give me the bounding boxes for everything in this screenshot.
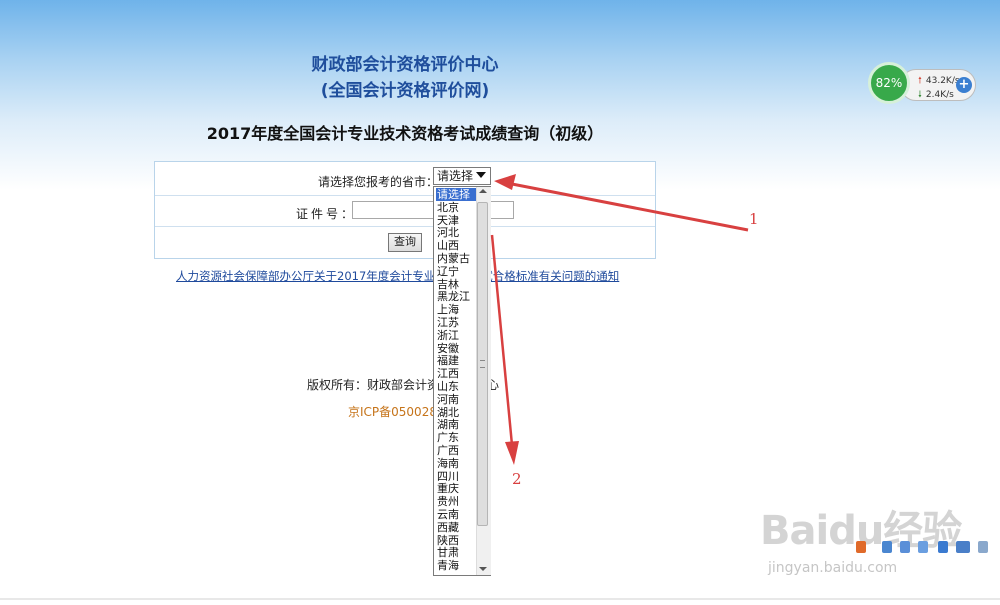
annotation-label-2: 2 [512, 470, 522, 488]
upload-speed-value: 43.2K/s [925, 76, 960, 86]
keyboard-icon[interactable] [956, 541, 970, 553]
ime-toolbar [852, 538, 1000, 558]
annotation-label-1: 1 [749, 210, 759, 228]
arrow-down-icon: 🠗 [918, 90, 922, 100]
download-speed-value: 2.4K/s [925, 90, 954, 100]
ime-mode-icon[interactable] [882, 541, 892, 553]
ime-logo-icon[interactable] [856, 541, 866, 553]
memory-usage-badge[interactable]: 82% [868, 62, 910, 104]
download-speed: 🠗 2.4K/s [918, 87, 954, 103]
microphone-icon[interactable] [938, 541, 948, 553]
annotation-arrow-1 [511, 182, 749, 232]
annotation-arrowhead-1 [494, 174, 516, 190]
watermark-url: jingyan.baidu.com [768, 560, 898, 576]
bottom-divider [0, 598, 1000, 600]
user-icon[interactable] [978, 541, 988, 553]
ime-moon-icon[interactable] [900, 541, 910, 553]
ime-punct-icon[interactable] [918, 541, 928, 553]
annotation-arrowhead-2 [505, 441, 519, 465]
arrow-up-icon: 🠕 [918, 76, 922, 86]
plus-icon[interactable]: + [956, 77, 972, 93]
annotation-arrow-2 [490, 234, 514, 446]
